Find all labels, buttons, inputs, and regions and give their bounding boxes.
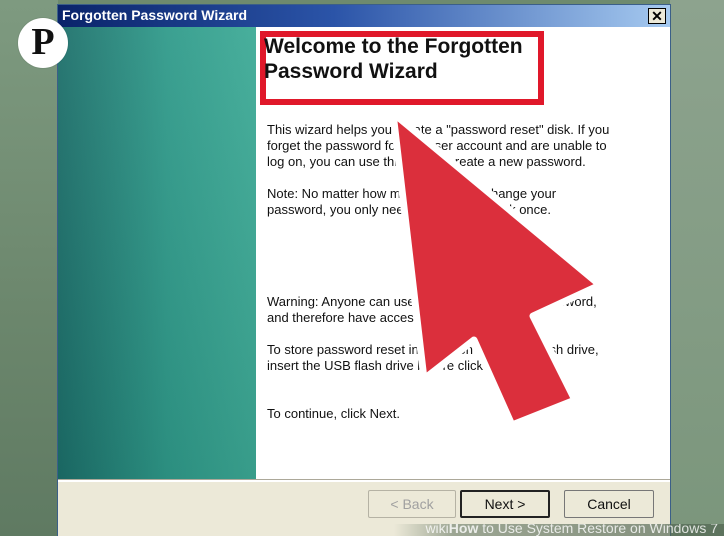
close-icon[interactable]: ✕ [648,8,666,24]
footer-divider [58,479,670,482]
next-button[interactable]: Next > [460,490,550,518]
back-button[interactable]: < Back [368,490,456,518]
warning-text: Warning: Anyone can use this disk to res… [267,294,597,325]
wizard-content: Welcome to the Forgotten Password Wizard… [256,27,670,479]
watermark-caption: wikiHow to Use System Restore on Windows… [394,524,724,536]
continue-text: To continue, click Next. [267,406,400,421]
watermark-title: to Use System Restore on Windows 7 [478,524,718,536]
title-bar: Forgotten Password Wizard ✕ [58,5,670,27]
intro-text: This wizard helps you create a "password… [267,122,610,169]
wizard-window: Forgotten Password Wizard ✕ Welcome to t… [58,5,670,536]
wizard-side-panel [58,27,256,479]
wizard-heading: Welcome to the Forgotten Password Wizard [264,35,523,83]
window-title: Forgotten Password Wizard [62,7,248,23]
pinterest-icon[interactable]: P [18,18,68,68]
background-right [670,0,724,536]
watermark-site: wiki [425,524,449,536]
cancel-button[interactable]: Cancel [564,490,654,518]
note-text: Note: No matter how many times you chang… [267,186,557,217]
background-left [0,0,58,536]
usb-text: To store password reset information on a… [267,342,599,373]
watermark-how: How [448,524,479,536]
